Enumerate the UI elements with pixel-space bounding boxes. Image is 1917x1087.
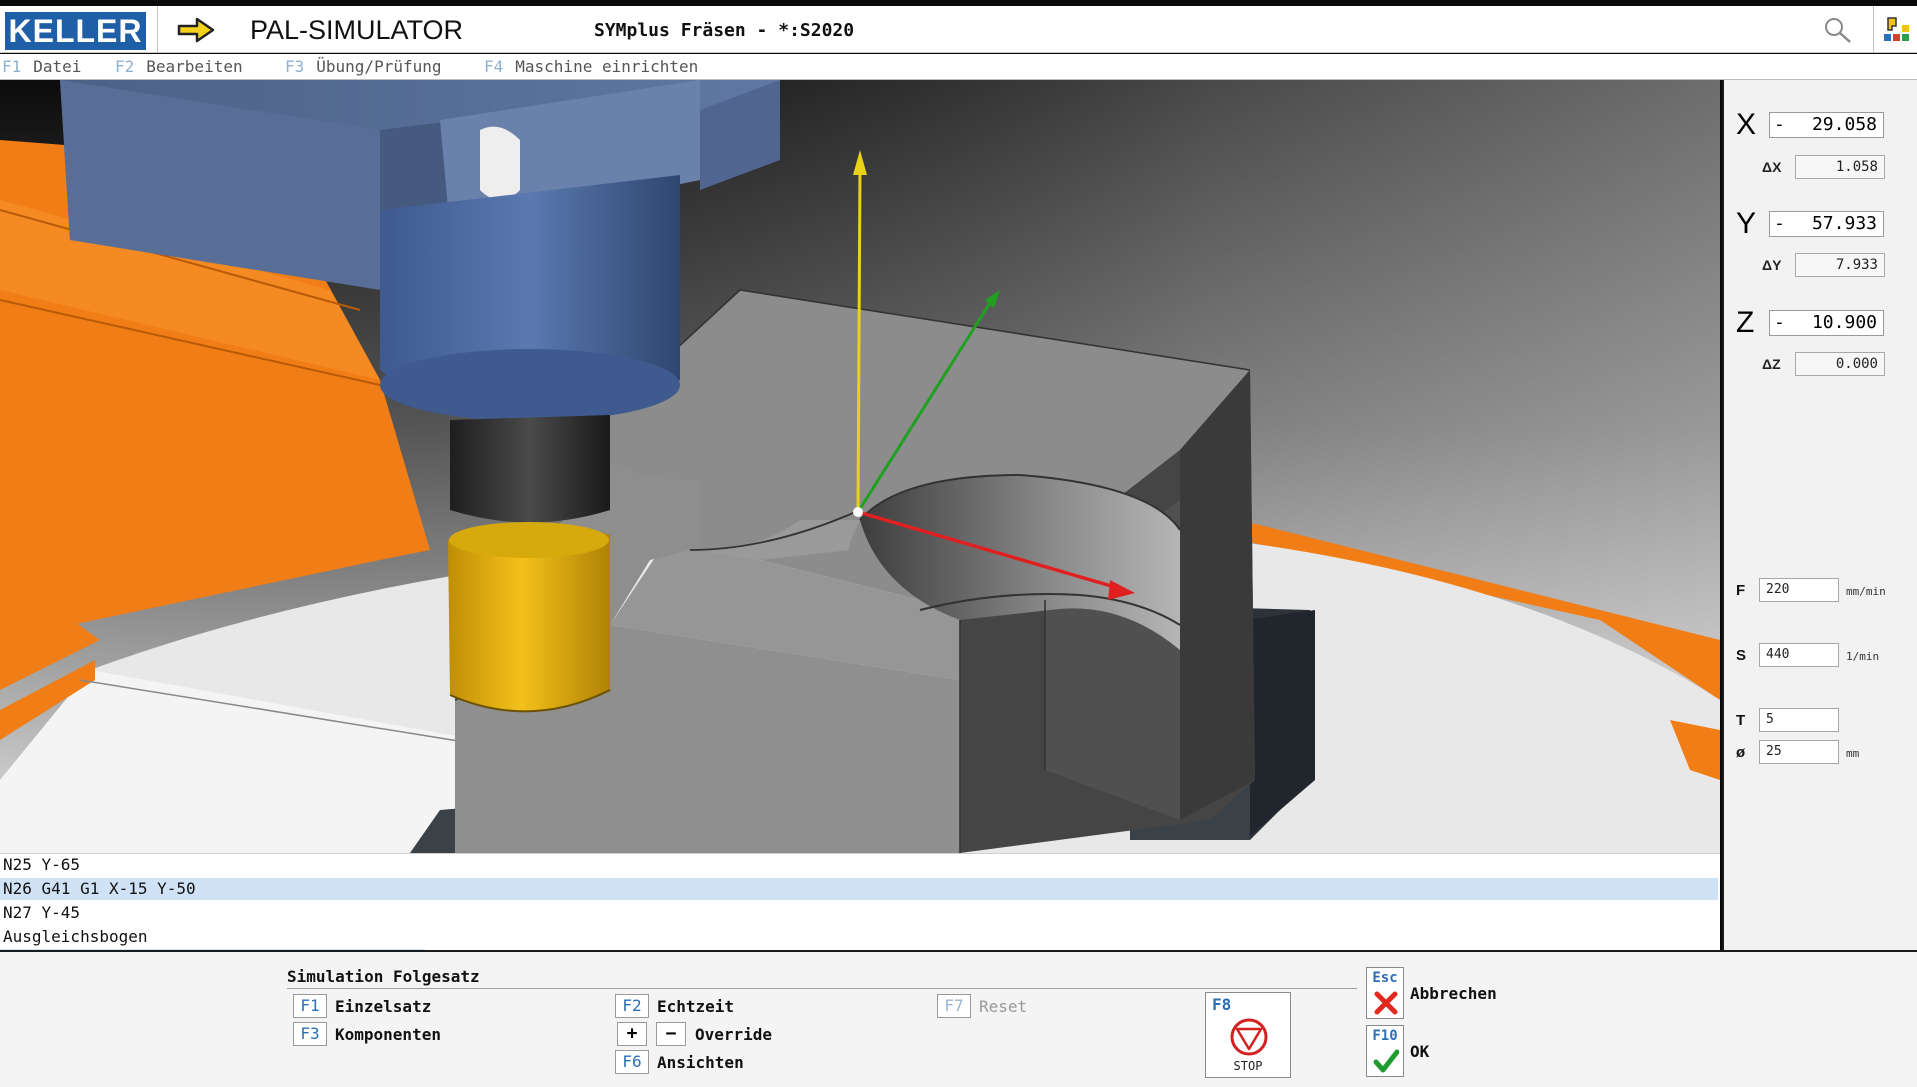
machining-scene [0, 80, 1720, 853]
axis-z-sign: - [1774, 312, 1785, 333]
menu-label: Datei [33, 57, 82, 76]
tool-label: T [1736, 712, 1746, 729]
menu-item-uebung-pruefung[interactable]: F3 Übung/Prüfung [285, 57, 442, 76]
delta-y-value: 7.933 [1795, 253, 1885, 277]
search-icon[interactable] [1820, 14, 1856, 46]
speed-value: 440 [1759, 643, 1839, 667]
f2-key[interactable]: F2 [615, 994, 649, 1018]
echtzeit-label[interactable]: Echtzeit [657, 997, 734, 1016]
title-bar: KELLER PAL-SIMULATOR SYMplus Fräsen - *:… [0, 6, 1917, 53]
axis-z-value: - 10.900 [1769, 310, 1884, 336]
stop-label: STOP [1233, 1059, 1263, 1073]
delta-z-label: ΔZ [1762, 356, 1781, 372]
delta-x-value: 1.058 [1795, 155, 1885, 179]
einzelsatz-label[interactable]: Einzelsatz [335, 997, 431, 1016]
title-separator-right [1873, 6, 1874, 53]
menu-item-bearbeiten[interactable]: F2 Bearbeiten [115, 57, 243, 76]
delta-z-value: 0.000 [1795, 352, 1885, 376]
menu-key: F3 [285, 57, 305, 76]
menu-label: Übung/Prüfung [316, 57, 442, 76]
diameter-unit: mm [1846, 747, 1860, 760]
f3-key[interactable]: F3 [293, 1022, 327, 1046]
feed-label: F [1736, 582, 1746, 599]
f8-key: F8 [1212, 995, 1232, 1014]
nc-line[interactable]: N27 Y-45 [3, 902, 80, 924]
axis-y-sign: - [1774, 213, 1785, 234]
speed-label: S [1736, 647, 1747, 664]
reset-label[interactable]: Reset [979, 997, 1027, 1016]
axis-x-label: X [1736, 108, 1757, 141]
arrow-right-icon[interactable] [175, 14, 219, 46]
menu-item-maschine-einrichten[interactable]: F4 Maschine einrichten [484, 57, 698, 76]
nc-line[interactable]: N25 Y-65 [3, 854, 80, 876]
cancel-button[interactable]: Esc [1366, 967, 1404, 1019]
komponenten-label[interactable]: Komponenten [335, 1025, 441, 1044]
f6-key[interactable]: F6 [615, 1050, 649, 1074]
title-separator [157, 6, 158, 53]
axis-y-number: 57.933 [1811, 213, 1877, 234]
nc-line-selected[interactable]: N26 G41 G1 X-15 Y-50 [0, 878, 1718, 900]
delta-x-label: ΔX [1762, 159, 1782, 175]
override-plus-button[interactable]: + [617, 1022, 647, 1046]
axis-y-label: Y [1736, 207, 1757, 240]
menu-label: Maschine einrichten [515, 57, 699, 76]
axis-x-value: - 29.058 [1769, 112, 1884, 138]
position-panel: X - 29.058 ΔX 1.058 Y - 57.933 ΔY 7.933 … [1722, 80, 1917, 950]
nc-line[interactable]: Ausgleichsbogen [3, 926, 148, 948]
axis-x-sign: - [1774, 114, 1785, 135]
menu-key: F1 [2, 57, 22, 76]
axis-y-value: - 57.933 [1769, 211, 1884, 237]
tools-icon[interactable] [1880, 14, 1914, 48]
stop-icon [1230, 1018, 1268, 1056]
menu-bar: F1 Datei F2 Bearbeiten F3 Übung/Prüfung F4 M… [0, 54, 1917, 80]
ok-check-icon [1373, 1049, 1399, 1073]
tool-value: 5 [1759, 708, 1839, 732]
delta-y-label: ΔY [1762, 257, 1782, 273]
axis-z-number: 10.900 [1811, 312, 1877, 333]
stop-button[interactable]: F8 STOP [1205, 992, 1291, 1078]
menu-item-datei[interactable]: F1 Datei [2, 57, 81, 76]
axis-x-number: 29.058 [1811, 114, 1877, 135]
esc-key: Esc [1372, 970, 1398, 986]
override-minus-button[interactable]: − [656, 1022, 686, 1046]
diameter-value: 25 [1759, 740, 1839, 764]
app-title: PAL-SIMULATOR [250, 15, 464, 45]
ok-label[interactable]: OK [1410, 1042, 1429, 1061]
ok-button[interactable]: F10 [1366, 1025, 1404, 1077]
speed-unit: 1/min [1846, 650, 1880, 663]
feed-unit: mm/min [1846, 585, 1886, 598]
override-label: Override [695, 1025, 773, 1044]
3d-viewport[interactable] [0, 80, 1720, 853]
diameter-label: ø [1736, 744, 1746, 761]
f7-key[interactable]: F7 [937, 994, 971, 1018]
document-title: SYMplus Fräsen - *:S2020 [594, 20, 855, 41]
axis-z-label: Z [1736, 306, 1755, 339]
menu-label: Bearbeiten [146, 57, 243, 76]
softkey-panel-title: Simulation Folgesatz [287, 967, 480, 986]
abbrechen-label[interactable]: Abbrechen [1410, 984, 1497, 1003]
menu-key: F2 [115, 57, 135, 76]
softkey-panel: Simulation Folgesatz F1 Einzelsatz F3 Ko… [0, 950, 1917, 1087]
feed-value: 220 [1759, 578, 1839, 602]
cancel-x-icon [1374, 991, 1398, 1015]
menu-key: F4 [484, 57, 504, 76]
f10-key: F10 [1372, 1028, 1398, 1044]
softkey-divider [287, 988, 1357, 989]
keller-logo: KELLER [5, 12, 146, 50]
f1-key[interactable]: F1 [293, 994, 327, 1018]
ansichten-label[interactable]: Ansichten [657, 1053, 744, 1072]
nc-program-listing[interactable]: N25 Y-65 N26 G41 G1 X-15 Y-50 N27 Y-45 A… [0, 853, 1720, 951]
